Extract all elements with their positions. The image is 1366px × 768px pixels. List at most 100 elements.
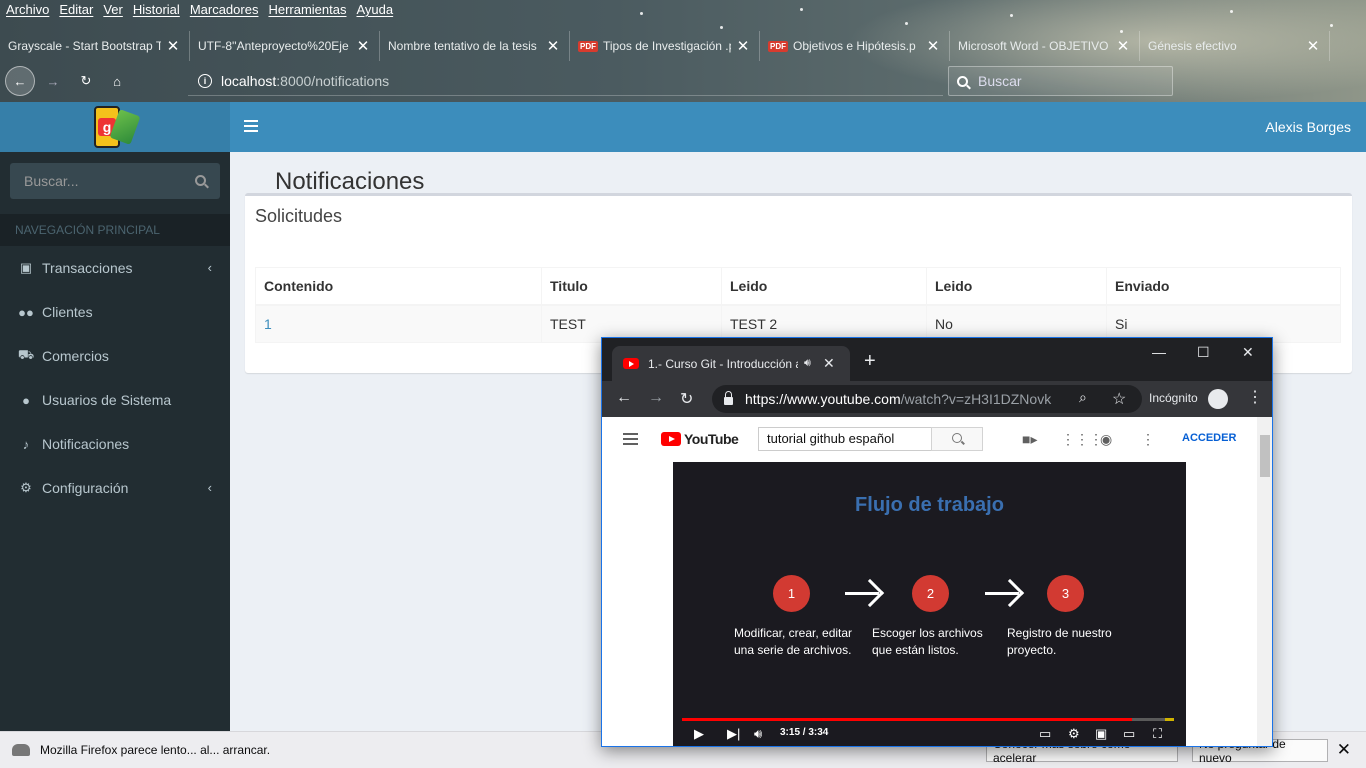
sidebar-item-label: Clientes: [42, 304, 93, 320]
sidebar-search-input[interactable]: Buscar...: [10, 163, 220, 199]
column-header[interactable]: Titulo: [541, 267, 722, 306]
browser-tab-active[interactable]: Génesis efectivo ✕: [1140, 31, 1330, 61]
incognito-icon[interactable]: [1208, 389, 1228, 409]
video-progress-bar[interactable]: [682, 718, 1174, 721]
forward-button[interactable]: →: [648, 389, 664, 407]
tab-label: Objetivos e Hipótesis.p: [793, 39, 916, 53]
youtube-logo[interactable]: YouTube: [661, 431, 739, 447]
apps-grid-icon[interactable]: ⋮⋮⋮: [1061, 431, 1103, 448]
theater-mode-icon[interactable]: ▭: [1123, 726, 1135, 742]
youtube-search-button[interactable]: [931, 427, 983, 451]
menu-ver[interactable]: Ver: [103, 0, 123, 20]
close-tab-icon[interactable]: ✕: [735, 37, 751, 55]
scrollbar-thumb[interactable]: [1260, 435, 1270, 477]
video-camera-icon[interactable]: ■▸: [1022, 431, 1037, 448]
close-tab-icon[interactable]: ✕: [925, 37, 941, 55]
sidebar-item-label: Transacciones: [42, 260, 133, 276]
chevron-left-icon: ‹: [207, 480, 212, 495]
close-tab-icon[interactable]: ✕: [545, 37, 561, 55]
next-icon[interactable]: ▶|: [727, 726, 740, 742]
sidebar-item-configuracion[interactable]: ⚙ Configuración ‹: [0, 466, 230, 510]
browser-tab[interactable]: PDF Objetivos e Hipótesis.p ✕: [760, 31, 950, 61]
close-tab-icon[interactable]: ✕: [1305, 37, 1321, 55]
table-cell: 1: [255, 304, 542, 343]
url-rest: /watch?v=zH3I1DZNovk: [900, 391, 1052, 407]
close-tab-icon[interactable]: ✕: [823, 355, 835, 372]
youtube-search-input[interactable]: tutorial github español: [758, 427, 932, 451]
home-button[interactable]: ⌂: [102, 66, 132, 96]
menu-marcadores[interactable]: Marcadores: [190, 0, 259, 20]
zoom-icon[interactable]: ⌕: [1079, 389, 1087, 406]
volume-icon[interactable]: 🔊︎: [754, 726, 762, 742]
messages-icon[interactable]: ◉: [1100, 431, 1112, 448]
sidebar-item-notificaciones[interactable]: ♪ Notificaciones: [0, 422, 230, 466]
back-button[interactable]: ←: [616, 389, 632, 407]
sign-in-button[interactable]: ACCEDER: [1182, 432, 1236, 444]
video-buffer-marker: [1165, 718, 1174, 721]
close-tab-icon[interactable]: ✕: [165, 37, 181, 55]
sidebar-item-transacciones[interactable]: ▣ Transacciones ‹: [0, 246, 230, 290]
forward-button[interactable]: →: [38, 66, 68, 96]
subtitles-icon[interactable]: ▭: [1039, 726, 1051, 742]
settings-gear-icon[interactable]: ⚙: [1068, 726, 1080, 742]
menu-herramientas[interactable]: Herramientas: [268, 0, 346, 20]
sidebar-toggle-button[interactable]: [244, 120, 258, 132]
column-header[interactable]: Leido: [926, 267, 1107, 306]
column-header[interactable]: Contenido: [255, 267, 542, 306]
tab-label: Grayscale - Start Bootstrap Th: [8, 39, 161, 53]
browser-search-input[interactable]: Buscar: [948, 66, 1173, 96]
close-window-icon[interactable]: ✕: [1242, 344, 1254, 361]
chrome-toolbar: ← → ↻ https://www.youtube.com/watch?v=zH…: [602, 381, 1272, 417]
column-header[interactable]: Enviado: [1106, 267, 1341, 306]
search-icon[interactable]: [195, 175, 206, 186]
new-tab-button[interactable]: +: [864, 350, 876, 373]
fullscreen-icon[interactable]: ⛶: [1153, 726, 1162, 742]
user-menu[interactable]: Alexis Borges: [1265, 102, 1351, 152]
minimize-icon[interactable]: —: [1152, 344, 1166, 360]
video-progress-fill: [682, 718, 1133, 721]
speaker-icon[interactable]: 🔊︎: [804, 357, 811, 370]
miniplayer-icon[interactable]: ▣: [1095, 726, 1107, 742]
reload-button[interactable]: ↻: [680, 389, 693, 409]
play-icon[interactable]: ▶: [694, 726, 704, 742]
chrome-tab-title: 1.- Curso Git - Introducción a: [648, 356, 798, 371]
browser-tab[interactable]: PDF Tipos de Investigación .p ✕: [570, 31, 760, 61]
close-tab-icon[interactable]: ✕: [355, 37, 371, 55]
maximize-icon[interactable]: ☐: [1197, 344, 1210, 361]
lock-icon[interactable]: [724, 391, 733, 405]
video-player[interactable]: Flujo de trabajo 1 2 3 Modificar, crear,…: [673, 462, 1186, 746]
more-vert-icon[interactable]: ⋮: [1141, 431, 1155, 448]
youtube-header: YouTube tutorial github español ■▸ ⋮⋮⋮ ◉…: [602, 417, 1254, 461]
turtle-icon: [12, 744, 30, 756]
column-header[interactable]: Leido: [721, 267, 927, 306]
video-slide-title: Flujo de trabajo: [855, 494, 1004, 516]
browser-tab[interactable]: Microsoft Word - OBJETIVO ✕: [950, 31, 1140, 61]
menu-editar[interactable]: Editar: [59, 0, 93, 20]
box-title: Solicitudes: [255, 206, 343, 226]
sidebar-item-comercios[interactable]: ⛟ Comercios: [0, 334, 230, 378]
chrome-omnibox[interactable]: https://www.youtube.com/watch?v=zH3I1DZN…: [712, 385, 1142, 413]
more-vert-icon[interactable]: ⋮: [1247, 390, 1263, 406]
notification-link[interactable]: 1: [264, 316, 272, 332]
chrome-tab[interactable]: 1.- Curso Git - Introducción a 🔊︎ ✕: [612, 346, 850, 381]
menu-historial[interactable]: Historial: [133, 0, 180, 20]
url-bar[interactable]: i localhost:8000/notifications: [188, 66, 943, 96]
back-button[interactable]: ←: [5, 66, 35, 96]
page-scrollbar[interactable]: [1257, 417, 1272, 746]
close-tab-icon[interactable]: ✕: [1115, 37, 1131, 55]
close-icon[interactable]: ✕: [1337, 740, 1351, 760]
sidebar-item-usuarios[interactable]: ● Usuarios de Sistema: [0, 378, 230, 422]
browser-tab[interactable]: UTF-8''Anteproyecto%20Eje ✕: [190, 31, 380, 61]
app-logo[interactable]: g: [0, 102, 230, 152]
menu-ayuda[interactable]: Ayuda: [356, 0, 393, 20]
cart-icon: ⛟: [17, 347, 35, 362]
sidebar-item-clientes[interactable]: ●● Clientes: [0, 290, 230, 334]
reload-button[interactable]: ↻: [71, 66, 101, 96]
info-icon[interactable]: i: [198, 73, 212, 88]
browser-tab[interactable]: Nombre tentativo de la tesis ✕: [380, 31, 570, 61]
browser-tab[interactable]: Grayscale - Start Bootstrap Th ✕: [0, 31, 190, 61]
star-icon[interactable]: ☆: [1112, 389, 1126, 409]
step-text: Registro de nuestro proyecto.: [1007, 626, 1112, 657]
youtube-menu-icon[interactable]: [623, 433, 638, 445]
menu-archivo[interactable]: Archivo: [6, 0, 49, 20]
